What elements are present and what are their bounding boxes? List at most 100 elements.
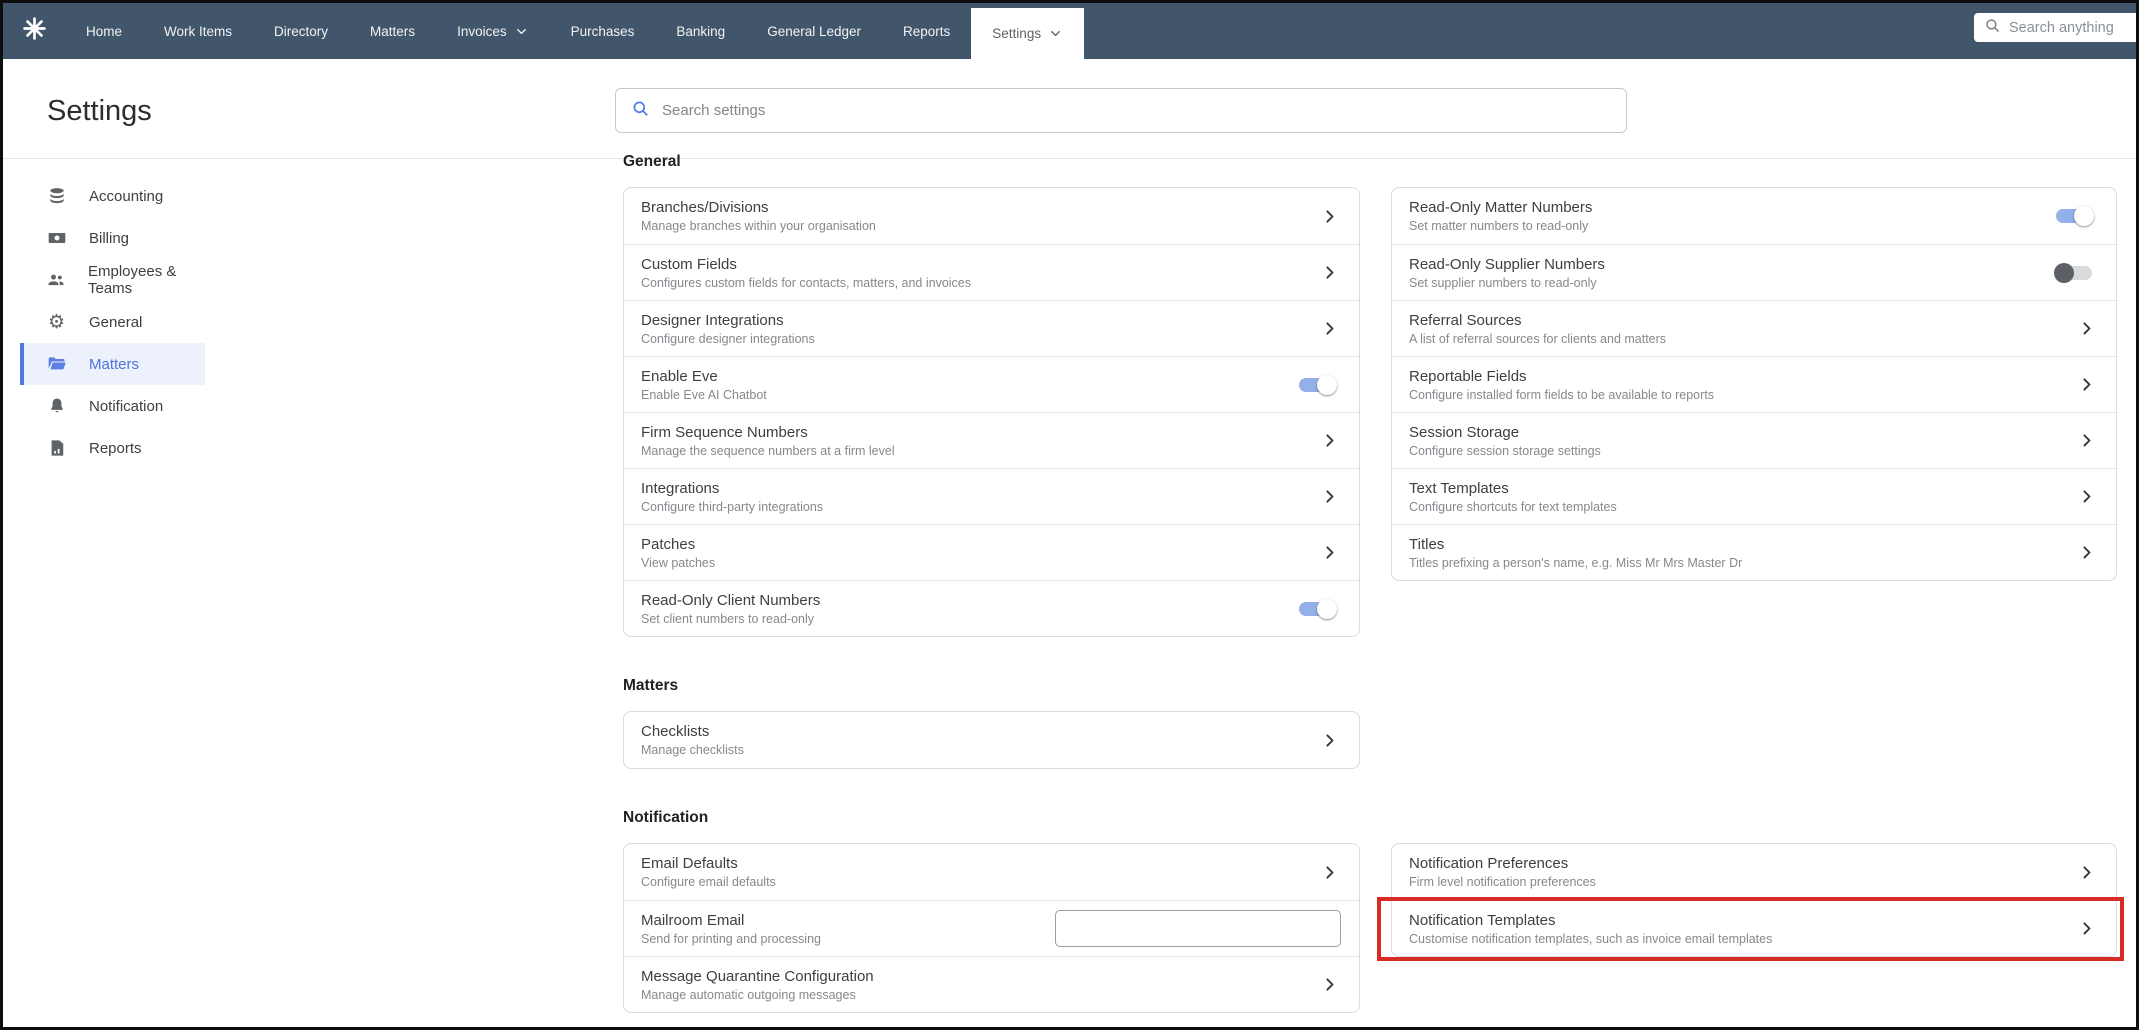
toggle-on[interactable] [2056,206,2094,226]
sidebar-item-reports[interactable]: Reports [20,427,205,469]
settings-row-titles[interactable]: Titles Titles prefixing a person's name, … [1392,524,2116,580]
nav-item-home[interactable]: Home [65,3,143,59]
row-subtitle: Set supplier numbers to read-only [1409,275,1597,290]
nav-item-label: Directory [274,23,329,39]
settings-row-notification-templates[interactable]: Notification Templates Customise notifica… [1377,897,2124,961]
nav-item-general-ledger[interactable]: General Ledger [746,3,882,59]
sidebar-item-label: Billing [89,229,130,247]
chevron-right-icon [1321,264,1341,281]
row-text: Read-Only Client Numbers Set client numbe… [641,592,820,626]
row-subtitle: Manage branches within your organisation [641,219,876,233]
row-title: Text Templates [1409,479,1509,497]
folder-open-icon [46,354,67,375]
row-title: Message Quarantine Configuration [641,967,874,985]
chevron-down-icon [1048,26,1063,41]
settings-row-read-only-client-numbers[interactable]: Read-Only Client Numbers Set client numbe… [624,580,1359,636]
settings-row-integrations[interactable]: Integrations Configure third-party integr… [624,468,1359,524]
nav-item-matters[interactable]: Matters [349,3,436,59]
chevron-right-icon [1321,488,1341,505]
sidebar-item-billing[interactable]: Billing [20,217,205,259]
settings-row-enable-eve[interactable]: Enable Eve Enable Eve AI Chatbot [624,356,1359,412]
row-title: Checklists [641,723,710,740]
chevron-right-icon [2078,432,2098,449]
app-window: Home Work Items Directory Matters Invoices Pu… [0,0,2139,1030]
settings-row-notification-preferences[interactable]: Notification Preferences Firm level notif… [1392,844,2116,900]
row-title: Patches [641,535,696,553]
settings-row-referral-sources[interactable]: Referral Sources A list of referral sourc… [1392,300,2116,356]
row-text: Read-Only Matter Numbers Set matter numbe… [1409,199,1592,233]
settings-row-checklists[interactable]: Checklists Manage checklists [624,712,1359,768]
chevron-right-icon [1321,732,1341,749]
row-subtitle: Manage the sequence numbers at a firm le… [641,443,895,458]
people-icon [46,270,66,291]
settings-row-session-storage[interactable]: Session Storage Configure session storage… [1392,412,2116,468]
row-subtitle: Configure designer integrations [641,331,815,346]
global-search-input[interactable] [2009,19,2119,36]
chevron-right-icon [1321,432,1341,449]
settings-card: Notification Preferences Firm level notif… [1377,843,2124,961]
row-text: Notification Templates Customise notifica… [1409,912,1772,946]
app-logo[interactable] [3,3,65,59]
section-general: General Branches/Divisions Manage branches… [623,153,2117,637]
nav-item-label: Purchases [570,23,635,39]
sidebar-item-matters[interactable]: Matters [20,343,205,385]
nav-item-work-items[interactable]: Work Items [143,3,253,59]
nav-item-reports[interactable]: Reports [882,3,971,59]
left-column: Email Defaults Configure email defaults Ma… [623,843,1360,1013]
settings-row-branches-divisions[interactable]: Branches/Divisions Manage branches within… [624,188,1359,244]
nav-item-label: General Ledger [767,23,862,39]
mailroom-email-input[interactable] [1055,910,1341,947]
sidebar-item-accounting[interactable]: Accounting [20,175,205,217]
nav-item-purchases[interactable]: Purchases [550,3,656,59]
section-columns: Branches/Divisions Manage branches within… [623,187,2117,637]
settings-row-designer-integrations[interactable]: Designer Integrations Configure designer … [624,300,1359,356]
chevron-right-icon [2078,920,2098,937]
settings-row-message-quarantine-configuration[interactable]: Message Quarantine Configuration Manage a… [624,956,1359,1012]
row-subtitle: View patches [641,555,716,570]
row-subtitle: Configure session storage settings [1409,443,1601,458]
main-content: General Branches/Divisions Manage branches… [623,153,2124,1013]
toggle-off[interactable] [2054,262,2092,283]
nav-item-label: Matters [370,23,416,39]
row-title: Referral Sources [1409,311,1522,329]
toggle-on[interactable] [1299,374,1337,395]
sidebar-item-label: Accounting [89,187,164,205]
settings-row-custom-fields[interactable]: Custom Fields Configures custom fields fo… [624,244,1359,300]
settings-search-input[interactable] [662,102,1626,119]
nav-item-settings[interactable]: Settings [971,8,1085,59]
row-title: Email Defaults [641,855,738,872]
nav-item-directory[interactable]: Directory [253,3,349,59]
sidebar-item-employees-teams[interactable]: Employees & Teams [20,259,205,301]
settings-row-reportable-fields[interactable]: Reportable Fields Configure installed for… [1392,356,2116,412]
chevron-right-icon [1321,864,1341,881]
nav-item-banking[interactable]: Banking [655,3,746,59]
row-text: Firm Sequence Numbers Manage the sequence… [641,424,895,458]
sidebar-item-notification[interactable]: Notification [20,385,205,427]
section-notification: Notification Email Defaults Configure emai… [623,809,2124,1013]
settings-row-mailroom-email[interactable]: Mailroom Email Send for printing and proc… [624,900,1359,956]
chevron-right-icon [1321,976,1341,993]
row-title: Firm Sequence Numbers [641,423,808,441]
row-subtitle: Firm level notification preferences [1409,875,1596,889]
row-subtitle: Set matter numbers to read-only [1409,219,1589,233]
sidebar-item-general[interactable]: ⚙ General [20,301,205,343]
right-column: Read-Only Matter Numbers Set matter numbe… [1391,187,2117,581]
section-columns: Checklists Manage checklists [623,711,2117,769]
settings-row-read-only-matter-numbers[interactable]: Read-Only Matter Numbers Set matter numbe… [1392,188,2116,244]
settings-row-patches[interactable]: Patches View patches [624,524,1359,580]
row-text: Branches/Divisions Manage branches within… [641,199,876,233]
toggle-on[interactable] [1299,598,1337,619]
row-subtitle: Enable Eve AI Chatbot [641,387,767,402]
search-icon [1984,17,2001,39]
search-icon [631,99,650,123]
nav-item-invoices[interactable]: Invoices [436,3,550,59]
settings-row-text-templates[interactable]: Text Templates Configure shortcuts for te… [1392,468,2116,524]
row-title: Designer Integrations [641,311,784,329]
chevron-right-icon [1321,208,1341,225]
settings-row-email-defaults[interactable]: Email Defaults Configure email defaults [624,844,1359,900]
section-title: General [623,153,681,170]
chevron-right-icon [1321,320,1341,337]
settings-row-firm-sequence-numbers[interactable]: Firm Sequence Numbers Manage the sequence… [624,412,1359,468]
settings-row-read-only-supplier-numbers[interactable]: Read-Only Supplier Numbers Set supplier n… [1392,244,2116,300]
coins-icon [46,186,67,207]
